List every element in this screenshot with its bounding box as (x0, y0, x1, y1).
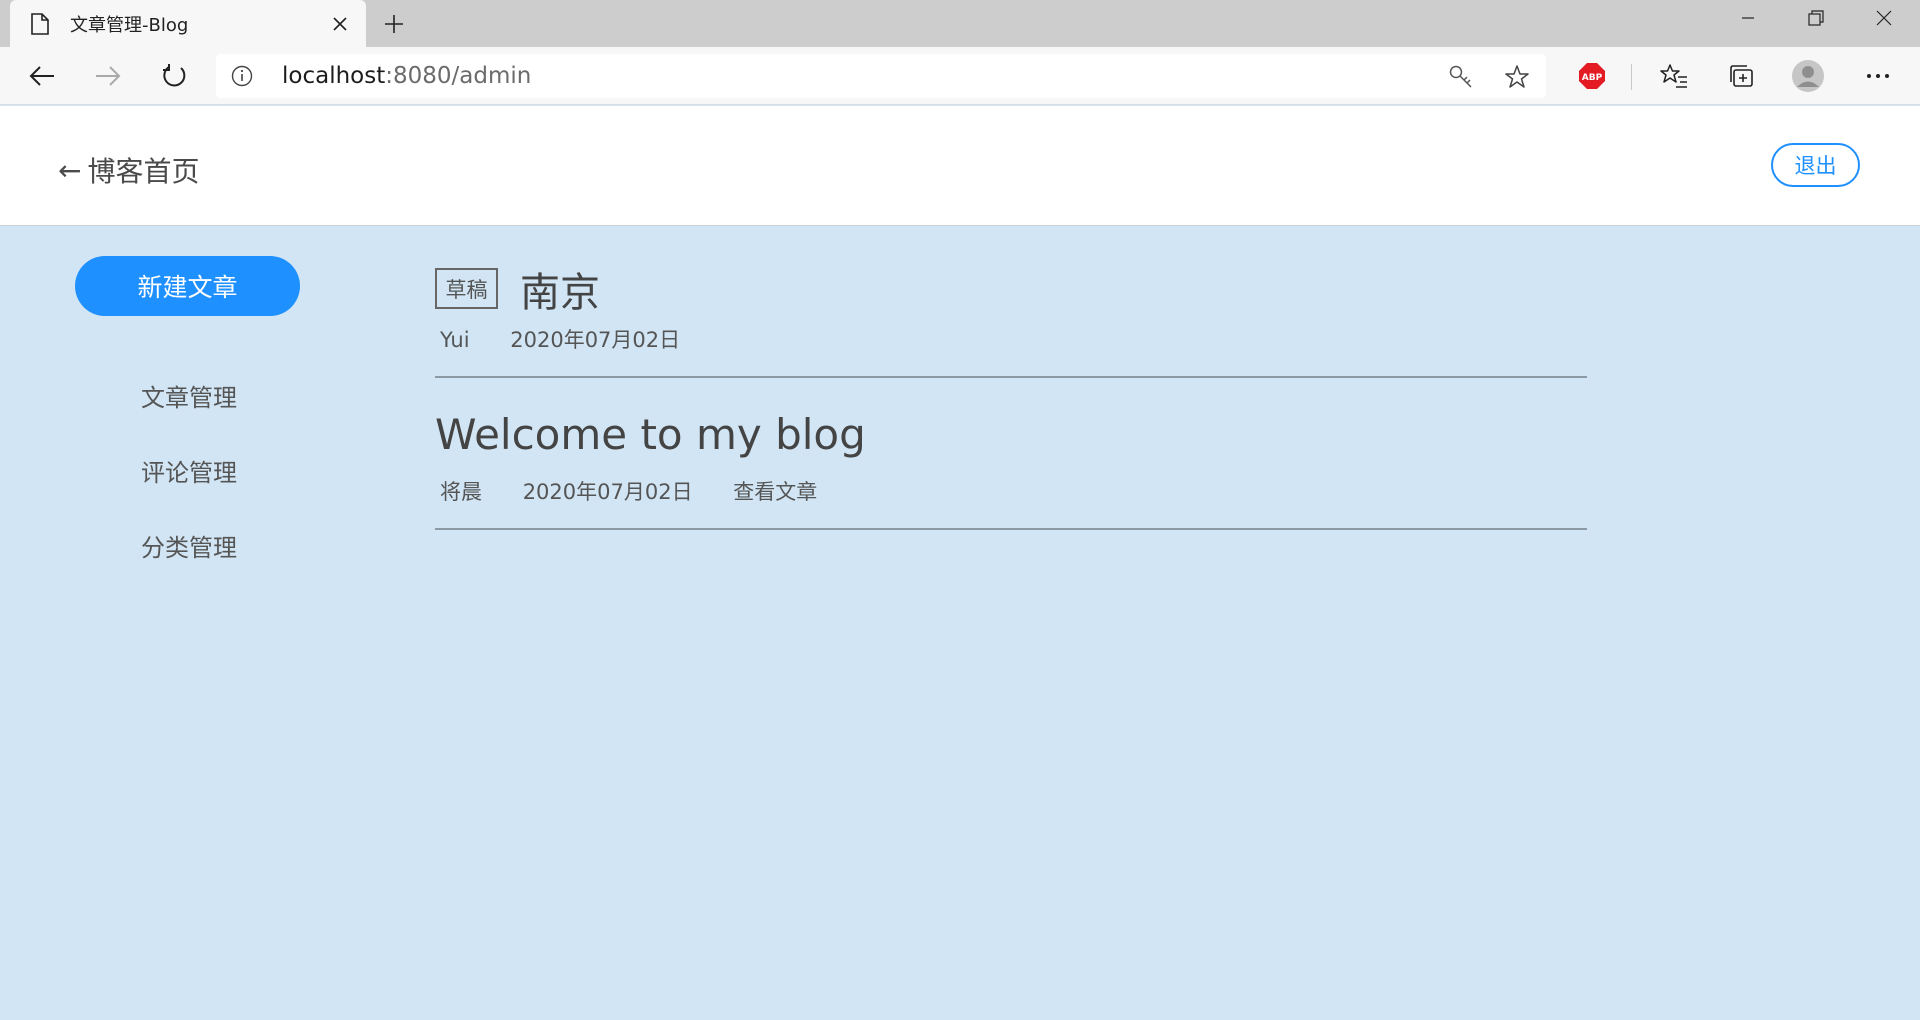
new-post-button[interactable]: 新建文章 (75, 256, 300, 316)
admin-sidebar: 新建文章 文章管理 评论管理 分类管理 (0, 226, 400, 1020)
refresh-icon[interactable] (154, 56, 194, 96)
favorites-icon[interactable] (1654, 56, 1694, 96)
adblock-icon[interactable]: ABP (1572, 56, 1612, 96)
post-title[interactable]: Welcome to my blog (435, 410, 866, 459)
view-post-link[interactable]: 查看文章 (733, 480, 817, 504)
sidebar-item-posts[interactable]: 文章管理 (141, 378, 237, 413)
post-date: 2020年07月02日 (510, 328, 681, 352)
logout-button[interactable]: 退出 (1771, 143, 1860, 187)
list-item: Welcome to my blog 将晨 2020年07月02日 查看文章 (435, 378, 1587, 530)
forward-arrow-icon[interactable] (88, 56, 128, 96)
page-header: ← 博客首页 退出 (0, 106, 1920, 226)
plus-icon[interactable] (378, 8, 410, 40)
post-title[interactable]: 南京 (520, 260, 600, 318)
browser-tabbar: 文章管理-Blog (0, 0, 1920, 47)
sidebar-item-comments[interactable]: 评论管理 (141, 453, 237, 488)
back-arrow-icon[interactable] (22, 56, 62, 96)
url-host: localhost (282, 63, 386, 89)
more-icon[interactable] (1858, 56, 1898, 96)
post-date: 2020年07月02日 (522, 480, 693, 504)
address-bar[interactable]: localhost:8080/admin (216, 54, 1546, 98)
close-icon[interactable] (326, 10, 354, 38)
collections-icon[interactable] (1722, 56, 1762, 96)
post-meta: 将晨 2020年07月02日 查看文章 (440, 476, 851, 506)
restore-icon[interactable] (1782, 0, 1850, 36)
window-close-icon[interactable] (1850, 0, 1918, 36)
profile-icon[interactable] (1788, 56, 1828, 96)
url-path: :8080/admin (385, 63, 532, 89)
url-text[interactable]: localhost:8080/admin (282, 63, 531, 89)
post-author: 将晨 (440, 480, 482, 504)
browser-toolbar: localhost:8080/admin ABP (0, 47, 1920, 105)
toolbar-divider (1631, 64, 1632, 90)
sidebar-item-categories[interactable]: 分类管理 (141, 528, 237, 563)
info-icon[interactable] (230, 64, 254, 88)
post-meta: Yui 2020年07月02日 (440, 324, 714, 354)
list-item: 草稿 南京 Yui 2020年07月02日 (435, 226, 1587, 378)
post-author: Yui (440, 328, 470, 352)
browser-tab[interactable]: 文章管理-Blog (10, 0, 366, 47)
home-link-label: 博客首页 (87, 155, 200, 188)
tab-title: 文章管理-Blog (70, 14, 189, 36)
draft-badge: 草稿 (435, 268, 498, 309)
star-icon[interactable] (1502, 62, 1532, 92)
home-arrow-icon: ← (58, 153, 82, 187)
blog-home-link[interactable]: ← 博客首页 (58, 150, 199, 190)
post-list: 草稿 南京 Yui 2020年07月02日 Welcome to my blog… (435, 226, 1587, 530)
svg-text:ABP: ABP (1582, 73, 1603, 83)
minimize-icon[interactable] (1714, 0, 1782, 36)
page-icon (28, 12, 52, 36)
key-icon[interactable] (1446, 62, 1476, 92)
